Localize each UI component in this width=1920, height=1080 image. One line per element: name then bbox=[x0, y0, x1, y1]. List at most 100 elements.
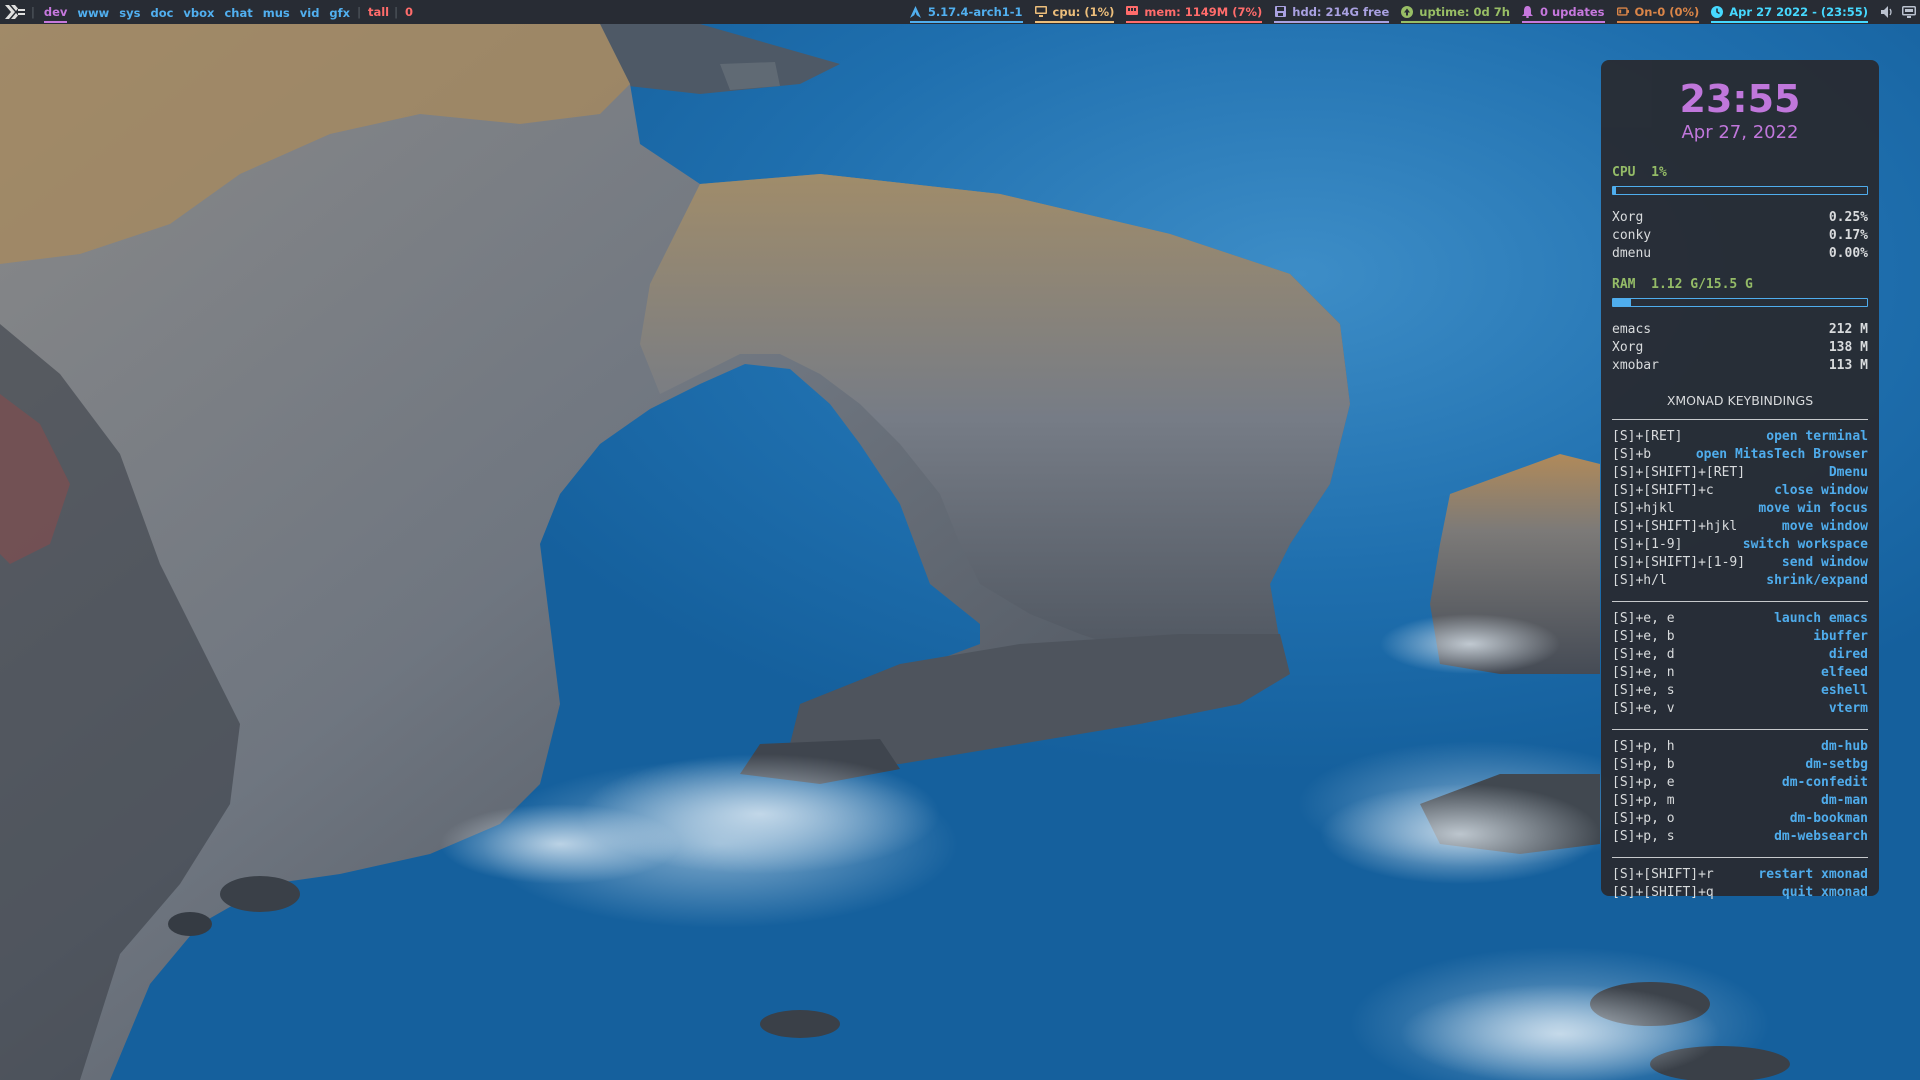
disk-icon bbox=[1274, 6, 1286, 18]
workspace-vbox[interactable]: vbox bbox=[183, 3, 214, 22]
keybinding-row: [S]+h/l shrink/expand bbox=[1612, 572, 1868, 590]
keybinding-key: [S]+hjkl bbox=[1612, 501, 1675, 516]
workspace-dev[interactable]: dev bbox=[43, 2, 68, 23]
xmobar-top-bar: | dev www sys doc vbox chat mus vid gfx … bbox=[0, 0, 1920, 24]
keybinding-action: quit xmonad bbox=[1781, 885, 1868, 900]
keybinding-row: [S]+e, s eshell bbox=[1612, 682, 1868, 700]
keybinding-key: [S]+[SHIFT]+[1-9] bbox=[1612, 555, 1746, 570]
xmonad-logo-icon[interactable] bbox=[1, 0, 29, 24]
keybinding-key: [S]+[SHIFT]+c bbox=[1612, 483, 1714, 498]
keybinding-row: [S]+hjkl move win focus bbox=[1612, 500, 1868, 518]
keybinding-row: [S]+p, o dm-bookman bbox=[1612, 810, 1868, 828]
process-row: emacs 212 M bbox=[1612, 321, 1868, 339]
keybinding-action: ibuffer bbox=[1813, 629, 1868, 644]
keybinding-key: [S]+p, b bbox=[1612, 757, 1675, 772]
keybinding-row: [S]+b open MitasTech Browser bbox=[1612, 446, 1868, 464]
uptime-icon bbox=[1401, 5, 1414, 18]
bell-icon bbox=[1522, 5, 1534, 18]
battery-icon bbox=[1616, 6, 1629, 18]
keybinding-row: [S]+p, s dm-websearch bbox=[1612, 828, 1868, 846]
keybinding-key: [S]+h/l bbox=[1612, 573, 1667, 588]
keybinding-key: [S]+[RET] bbox=[1612, 429, 1683, 444]
memory-usage: mem: 1149M (7%) bbox=[1144, 4, 1263, 19]
keybinding-action: restart xmonad bbox=[1758, 867, 1868, 882]
keybinding-action: dm-websearch bbox=[1774, 829, 1868, 844]
conky-clock: 23:55 bbox=[1679, 77, 1801, 121]
keybinding-action: vterm bbox=[1828, 701, 1868, 716]
window-count: 0 bbox=[404, 5, 413, 19]
keybinding-action: launch emacs bbox=[1774, 611, 1868, 626]
keybinding-row: [S]+p, h dm-hub bbox=[1612, 738, 1868, 756]
keybinding-row: [S]+e, b ibuffer bbox=[1612, 628, 1868, 646]
cpu-usage-bar bbox=[1612, 186, 1868, 195]
keybinding-action: eshell bbox=[1821, 683, 1868, 698]
ram-usage-bar-fill bbox=[1613, 299, 1631, 306]
conky-panel: 23:55 Apr 27, 2022 CPU 1% Xorg 0.25% conk… bbox=[1601, 60, 1879, 900]
battery-module: On-0 (0%) bbox=[1616, 2, 1700, 23]
keybinding-key: [S]+p, s bbox=[1612, 829, 1675, 844]
keybinding-row: [S]+p, e dm-confedit bbox=[1612, 774, 1868, 792]
keybinding-key: [S]+e, e bbox=[1612, 611, 1675, 626]
keybinding-row: [S]+p, m dm-man bbox=[1612, 792, 1868, 810]
process-row: Xorg 138 M bbox=[1612, 339, 1868, 357]
uptime-module: uptime: 0d 7h bbox=[1401, 2, 1510, 23]
keybindings-title: XMONAD KEYBINDINGS bbox=[1666, 393, 1814, 408]
cpu-title: CPU 1% bbox=[1612, 165, 1667, 180]
keybinding-key: [S]+e, s bbox=[1612, 683, 1675, 698]
keybinding-action: move window bbox=[1781, 519, 1868, 534]
process-name: Xorg bbox=[1612, 340, 1644, 355]
process-mem: 212 M bbox=[1828, 322, 1868, 337]
keybinding-row: [S]+e, n elfeed bbox=[1612, 664, 1868, 682]
keybinding-action: Dmenu bbox=[1828, 465, 1868, 480]
cpu-process-list: Xorg 0.25% conky 0.17% dmenu 0.00% bbox=[1612, 209, 1868, 263]
keybindings-list: [S]+[RET] open terminal [S]+b open MitasTec… bbox=[1612, 419, 1868, 902]
keybinding-key: [S]+p, o bbox=[1612, 811, 1675, 826]
keybinding-row: [S]+[SHIFT]+r restart xmonad bbox=[1612, 866, 1868, 884]
workspace-mus[interactable]: mus bbox=[263, 3, 290, 22]
workspace-gfx[interactable]: gfx bbox=[329, 3, 350, 22]
kernel-module: 5.17.4-arch1-1 bbox=[909, 2, 1023, 23]
keybinding-row: [S]+[1-9] switch workspace bbox=[1612, 536, 1868, 554]
keybinding-key: [S]+[1-9] bbox=[1612, 537, 1683, 552]
process-cpu: 0.25% bbox=[1828, 210, 1868, 225]
updates-count: 0 updates bbox=[1539, 4, 1605, 19]
layout-indicator[interactable]: tall bbox=[368, 5, 389, 19]
workspace-sys[interactable]: sys bbox=[119, 3, 140, 22]
keybinding-row: [S]+[RET] open terminal bbox=[1612, 428, 1868, 446]
divider bbox=[1612, 601, 1868, 602]
workspace-chat[interactable]: chat bbox=[224, 3, 252, 22]
process-name: xmobar bbox=[1612, 358, 1659, 373]
process-name: emacs bbox=[1612, 322, 1652, 337]
volume-icon[interactable] bbox=[1880, 5, 1894, 19]
cpu-usage: cpu: (1%) bbox=[1052, 4, 1115, 19]
workspace-doc[interactable]: doc bbox=[150, 3, 173, 22]
keybinding-key: [S]+b bbox=[1612, 447, 1652, 462]
keybinding-action: elfeed bbox=[1821, 665, 1868, 680]
process-cpu: 0.17% bbox=[1828, 228, 1868, 243]
keybinding-action: dm-bookman bbox=[1789, 811, 1868, 826]
process-name: Xorg bbox=[1612, 210, 1644, 225]
workspace-vid[interactable]: vid bbox=[300, 3, 320, 22]
process-cpu: 0.00% bbox=[1828, 246, 1868, 261]
keybinding-action: shrink/expand bbox=[1766, 573, 1868, 588]
keybinding-action: open MitasTech Browser bbox=[1695, 447, 1868, 462]
process-mem: 138 M bbox=[1828, 340, 1868, 355]
conky-date: Apr 27, 2022 bbox=[1681, 122, 1799, 143]
keybinding-key: [S]+e, v bbox=[1612, 701, 1675, 716]
keybinding-key: [S]+[SHIFT]+hjkl bbox=[1612, 519, 1738, 534]
display-icon[interactable] bbox=[1902, 5, 1916, 19]
separator: | bbox=[357, 5, 361, 19]
process-row: xmobar 113 M bbox=[1612, 357, 1868, 375]
workspace-www[interactable]: www bbox=[77, 3, 109, 22]
keybinding-row: [S]+[SHIFT]+q quit xmonad bbox=[1612, 884, 1868, 902]
keybinding-key: [S]+p, m bbox=[1612, 793, 1675, 808]
updates-module[interactable]: 0 updates bbox=[1521, 2, 1605, 23]
keybinding-row: [S]+e, v vterm bbox=[1612, 700, 1868, 718]
keybinding-action: dired bbox=[1828, 647, 1868, 662]
divider bbox=[1612, 419, 1868, 420]
keybinding-row: [S]+e, e launch emacs bbox=[1612, 610, 1868, 628]
date-module[interactable]: Apr 27 2022 - (23:55) bbox=[1711, 2, 1868, 23]
monitor-icon bbox=[1034, 6, 1047, 18]
keybinding-action: switch workspace bbox=[1742, 537, 1868, 552]
keybinding-action: open terminal bbox=[1766, 429, 1868, 444]
